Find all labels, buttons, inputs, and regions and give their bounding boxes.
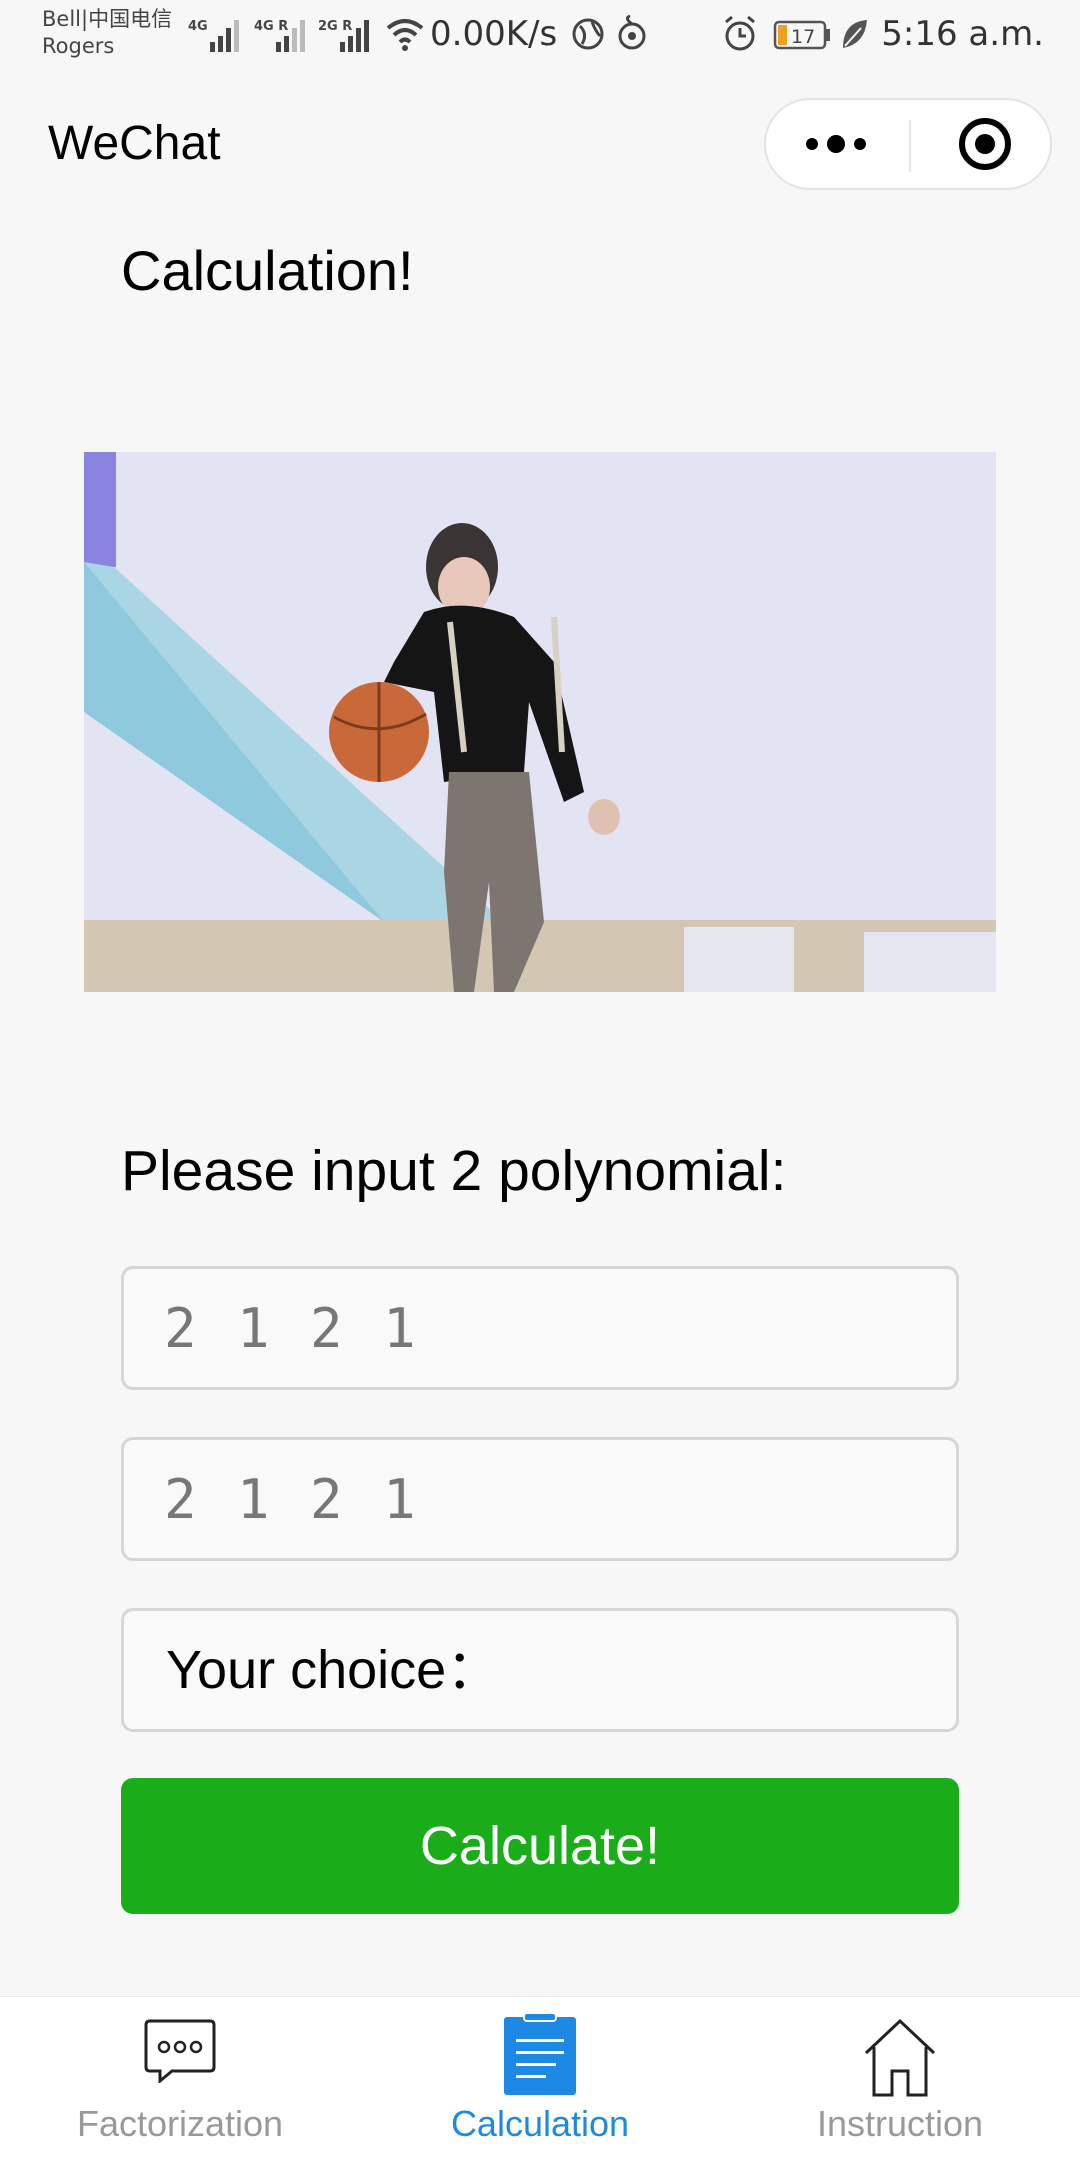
polynomial-input-2[interactable]: [164, 1440, 924, 1558]
document-icon: [504, 2013, 576, 2095]
svg-text:2G R: 2G R: [318, 19, 352, 34]
status-bar: Bell|中国电信 Rogers 4G 4G R 2G R 0.00K/s 17…: [0, 0, 1080, 80]
battery-icon: 17: [774, 20, 831, 50]
tab-label-factorization: Factorization: [76, 2103, 284, 2144]
hero-illustration: [84, 452, 996, 992]
page: Bell|中国电信 Rogers 4G 4G R 2G R 0.00K/s 17…: [0, 0, 1080, 2160]
battery-level: 17: [791, 26, 815, 48]
svg-text:4G R: 4G R: [254, 19, 288, 34]
signal-4g-icon: 4G: [188, 19, 239, 52]
signal-2gr-icon: 2G R: [318, 19, 369, 52]
carrier-line-2: Rogers: [42, 34, 115, 58]
music-app-icon: [618, 14, 646, 50]
network-speed: 0.00K/s: [430, 14, 558, 54]
globe-icon: [572, 18, 604, 50]
tab-instruction[interactable]: Instruction: [720, 1997, 1080, 2160]
leaf-icon: [843, 20, 868, 48]
polynomial-input-1[interactable]: [164, 1269, 924, 1387]
app-title: WeChat: [48, 117, 221, 170]
polynomial-input-2-field: [121, 1437, 959, 1561]
carrier-info: Bell|中国电信 Rogers: [42, 6, 172, 60]
tab-label-instruction: Instruction: [816, 2103, 984, 2144]
tab-calculation[interactable]: Calculation: [360, 1997, 720, 2160]
tab-bar: Factorization Calculation Instruction: [0, 1996, 1080, 2160]
basketball-player-image: [84, 452, 996, 992]
home-icon: [864, 2018, 936, 2097]
choice-label: Your choice：: [166, 1640, 501, 1700]
mini-program-capsule: [764, 98, 1052, 190]
carrier-line-1: Bell|中国电信: [42, 7, 173, 31]
more-dots-icon: [806, 135, 866, 153]
tab-label-calculation: Calculation: [450, 2103, 630, 2144]
tab-factorization[interactable]: Factorization: [0, 1997, 360, 2160]
polynomial-input-1-field: [121, 1266, 959, 1390]
wifi-icon: [386, 19, 424, 51]
status-right: 17 5:16 a.m.: [721, 14, 1044, 54]
alarm-icon: [725, 15, 756, 51]
close-mini-program-button[interactable]: [911, 100, 1052, 188]
calculate-button[interactable]: Calculate!: [121, 1778, 959, 1914]
choice-selector[interactable]: Your choice：: [121, 1608, 959, 1732]
page-heading: Calculation!: [121, 239, 414, 302]
signal-4gr-icon: 4G R: [254, 19, 305, 52]
svg-text:4G: 4G: [188, 19, 208, 34]
polynomial-prompt: Please input 2 polynomial:: [121, 1139, 787, 1203]
status-time: 5:16 a.m.: [881, 14, 1044, 54]
chat-bubble-icon: [144, 2019, 216, 2083]
target-circle-icon: [959, 118, 1011, 170]
more-button[interactable]: [766, 100, 909, 188]
